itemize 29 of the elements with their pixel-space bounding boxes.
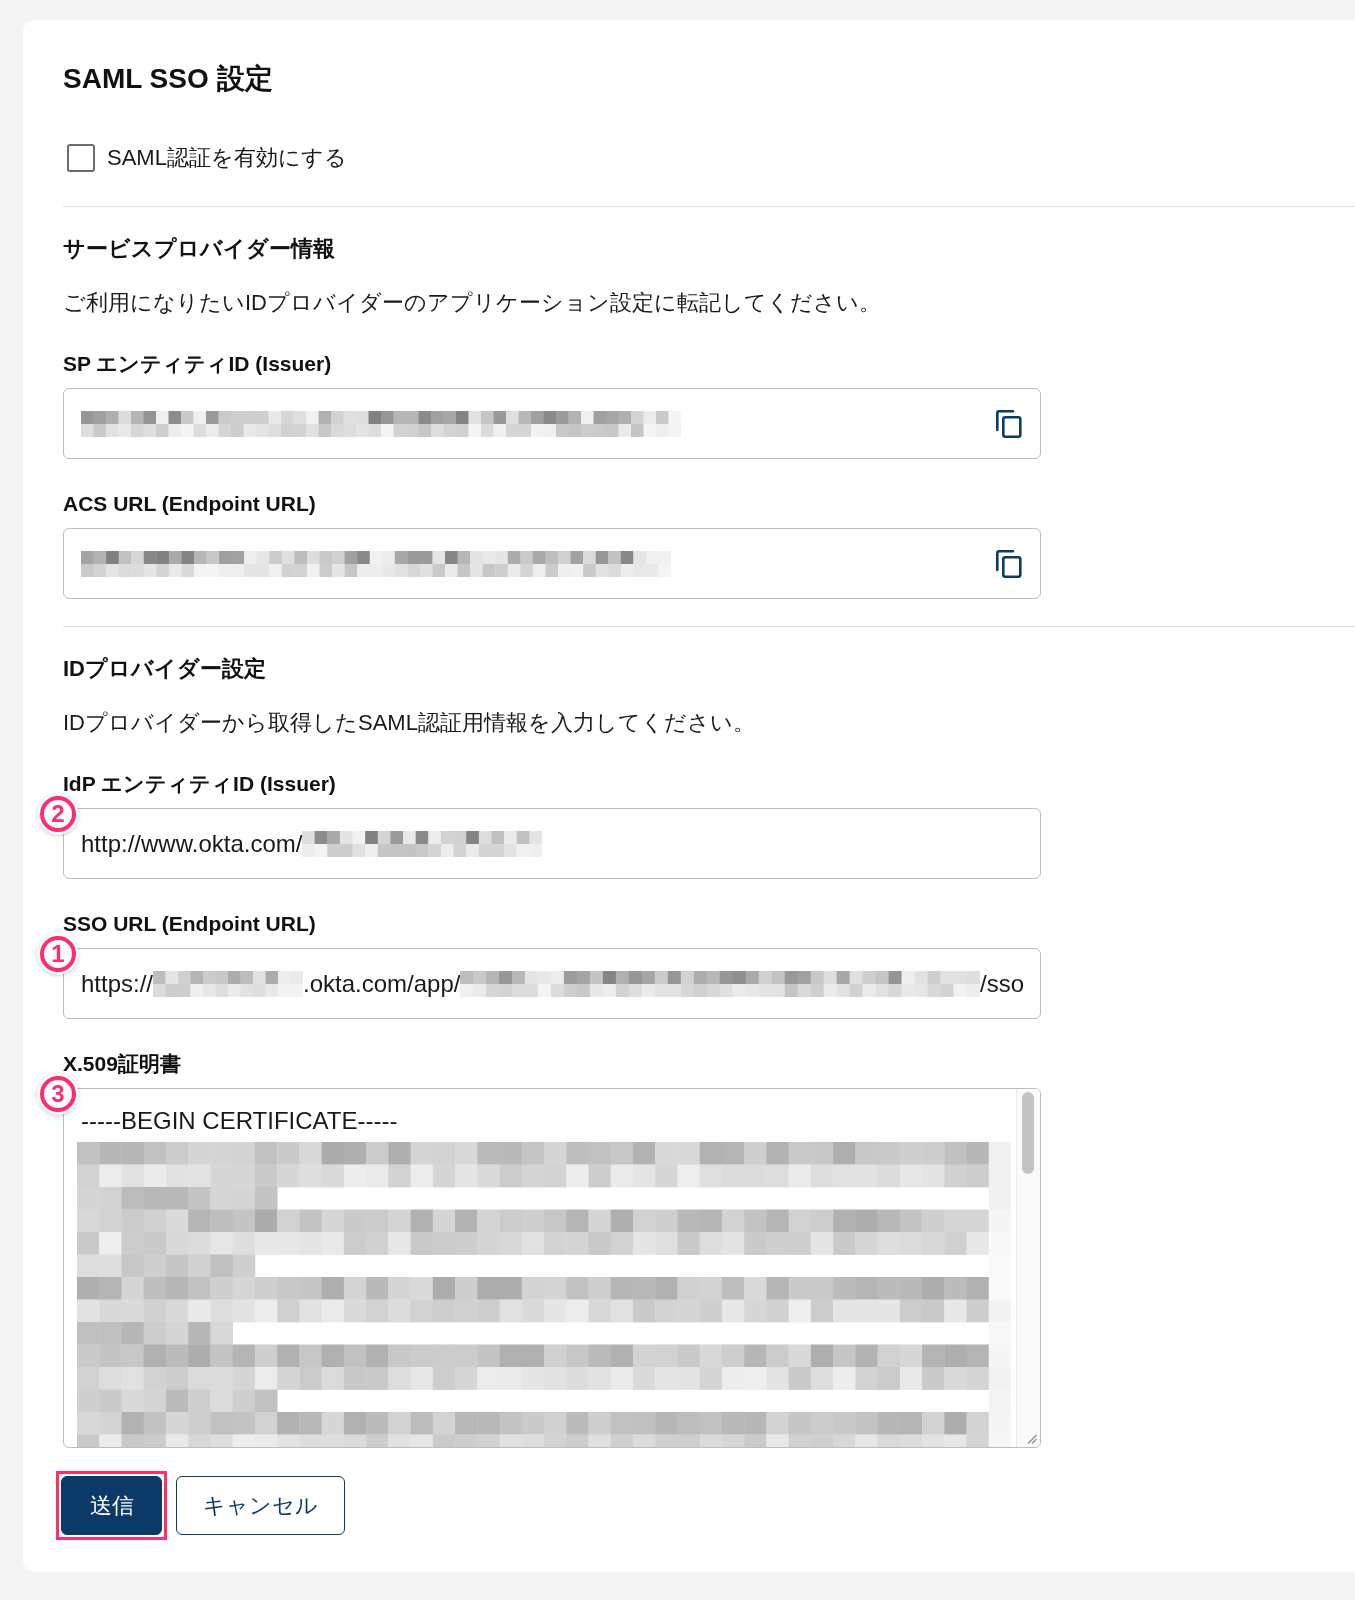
field-label: IdP エンティティID (Issuer) xyxy=(63,771,336,797)
resize-handle-icon[interactable] xyxy=(1027,1434,1037,1444)
page-title: SAML SSO 設定 xyxy=(63,62,273,96)
copy-icon xyxy=(995,409,1022,438)
field-label: SSO URL (Endpoint URL) xyxy=(63,911,316,937)
callout-number: 3 xyxy=(40,1076,76,1112)
field-label: X.509証明書 xyxy=(63,1051,181,1077)
text-field[interactable] xyxy=(63,388,1041,459)
text-field[interactable] xyxy=(63,528,1041,599)
callout-number: 2 xyxy=(40,796,76,832)
field-label: ACS URL (Endpoint URL) xyxy=(63,491,316,517)
section-description: ご利用になりたいIDプロバイダーのアプリケーション設定に転記してください。 xyxy=(63,289,881,317)
checkbox-label[interactable]: SAML認証を有効にする xyxy=(107,144,347,172)
section-heading: IDプロバイダー設定 xyxy=(63,655,266,683)
callout-number: 1 xyxy=(40,936,76,972)
submit-button[interactable]: 送信 xyxy=(61,1476,162,1535)
scrollbar-thumb[interactable] xyxy=(1022,1092,1034,1174)
section-description: IDプロバイダーから取得したSAML認証用情報を入力してください。 xyxy=(63,709,755,737)
text-field[interactable]: https:// .okta.com/app/ /sso xyxy=(63,948,1041,1019)
cancel-button[interactable]: キャンセル xyxy=(176,1476,345,1535)
copy-icon xyxy=(995,549,1022,578)
copy-button[interactable] xyxy=(995,549,1022,578)
field-label: SP エンティティID (Issuer) xyxy=(63,351,332,377)
checkbox[interactable] xyxy=(67,144,95,172)
copy-button[interactable] xyxy=(995,409,1022,438)
scrollbar[interactable] xyxy=(1016,1089,1040,1447)
certificate-textarea[interactable]: -----BEGIN CERTIFICATE----- xyxy=(63,1088,1041,1448)
section-heading: サービスプロバイダー情報 xyxy=(63,235,335,263)
text-field[interactable]: http://www.okta.com/ xyxy=(63,808,1041,879)
